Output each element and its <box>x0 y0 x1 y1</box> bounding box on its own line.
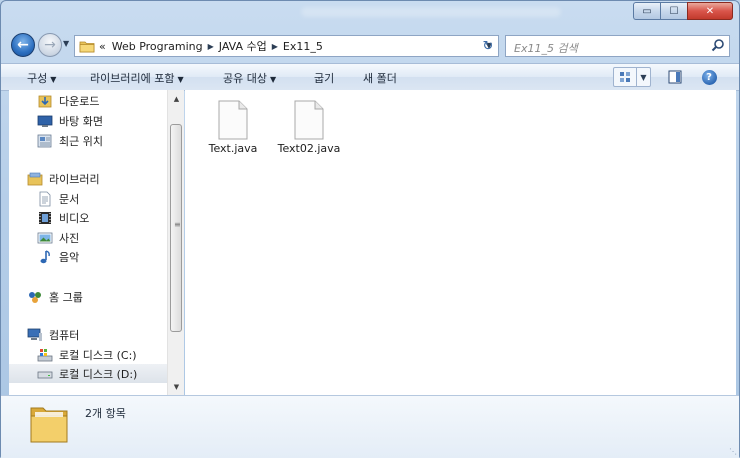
close-button[interactable]: ✕ <box>687 2 733 20</box>
change-view-button[interactable] <box>613 67 637 87</box>
dropdown-caret-icon: ▼ <box>177 75 184 84</box>
recent-places-icon <box>37 133 53 149</box>
back-button[interactable]: ← <box>11 33 35 57</box>
nav-item-homegroup[interactable]: 홈 그룹 <box>9 287 167 306</box>
breadcrumb-chevron-icon[interactable]: ▶ <box>272 42 278 51</box>
nav-item-pictures[interactable]: 사진 <box>9 228 167 247</box>
nav-item-drive-c[interactable]: 로컬 디스크 (C:) <box>9 345 167 364</box>
pictures-icon <box>37 230 53 246</box>
music-icon <box>37 249 53 265</box>
videos-icon <box>37 210 53 226</box>
java-file-icon <box>218 100 248 140</box>
address-bar[interactable]: « Web Programing ▶ JAVA 수업 ▶ Ex11_5 ▼ <box>74 35 499 57</box>
item-count: 2개 항목 <box>85 407 126 420</box>
breadcrumb-ex11-5[interactable]: Ex11_5 <box>283 40 323 53</box>
caption-buttons: ▭ ☐ ✕ <box>633 2 733 20</box>
explorer-window: ▭ ☐ ✕ ← → ▼ « Web Programing ▶ JAVA 수업 ▶… <box>0 0 740 458</box>
search-icon[interactable] <box>711 38 725 52</box>
scroll-up-arrow-icon[interactable]: ▲ <box>168 92 185 106</box>
refresh-button[interactable]: ↻ <box>478 35 498 57</box>
help-button[interactable]: ? <box>699 67 719 87</box>
nav-item-recent-places[interactable]: 최근 위치 <box>9 131 167 150</box>
nav-item-computer[interactable]: 컴퓨터 <box>9 325 167 344</box>
forward-arrow-icon: → <box>44 37 56 53</box>
refresh-icon: ↻ <box>482 38 494 54</box>
folder-icon <box>30 407 68 443</box>
desktop-icon <box>37 113 53 129</box>
blurred-title <box>301 7 561 17</box>
address-row: ← → ▼ « Web Programing ▶ JAVA 수업 ▶ Ex11_… <box>1 31 739 61</box>
chevron-down-icon: ▼ <box>640 72 647 82</box>
drive-icon <box>37 366 53 382</box>
minimize-button[interactable]: ▭ <box>633 2 660 20</box>
nav-item-desktop[interactable]: 바탕 화면 <box>9 111 167 130</box>
navigation-pane: 다운로드 바탕 화면 최근 위치 라이브러리 문서 비디오 사진 음악 홈 그룹… <box>9 90 167 395</box>
scroll-down-arrow-icon[interactable]: ▼ <box>168 380 185 394</box>
grip-icon: ≡ <box>174 220 181 229</box>
help-icon: ? <box>701 69 717 85</box>
nav-item-downloads[interactable]: 다운로드 <box>9 91 167 110</box>
view-options-dropdown[interactable]: ▼ <box>637 67 651 87</box>
nav-item-label: 다운로드 <box>59 94 100 108</box>
java-file-icon <box>294 100 324 140</box>
nav-item-label: 컴퓨터 <box>49 328 80 342</box>
system-drive-icon <box>37 347 53 363</box>
nav-item-label: 바탕 화면 <box>59 114 103 128</box>
nav-item-label: 로컬 디스크 (C:) <box>59 348 137 362</box>
file-name: Text02.java <box>277 142 341 155</box>
scrollbar-thumb[interactable]: ≡ <box>170 124 182 332</box>
preview-pane-icon <box>668 70 682 84</box>
dropdown-caret-icon: ▼ <box>269 75 277 84</box>
nav-item-drive-d[interactable]: 로컬 디스크 (D:) <box>9 364 167 383</box>
nav-item-label: 최근 위치 <box>59 134 103 148</box>
view-tiles-icon <box>620 72 630 82</box>
share-with-label: 공유 대상 <box>223 72 267 85</box>
breadcrumb-chevron-icon[interactable]: ▶ <box>208 42 214 51</box>
breadcrumb-java-class[interactable]: JAVA 수업 <box>219 38 267 54</box>
nav-item-label: 사진 <box>59 231 80 245</box>
library-icon <box>27 171 43 187</box>
downloads-icon <box>37 93 53 109</box>
navigation-pane-scrollbar[interactable]: ▲ ≡ ▼ <box>167 90 184 395</box>
recent-pages-chevron-icon[interactable]: ▼ <box>63 39 69 48</box>
resize-grip-icon[interactable]: ⋱ <box>729 447 737 456</box>
details-pane: 2개 항목 ⋱ <box>1 395 739 458</box>
file-list[interactable]: Text.java Text02.java <box>185 90 736 395</box>
share-with-menu[interactable]: 공유 대상 ▼ <box>223 70 276 86</box>
forward-button[interactable]: → <box>38 33 62 57</box>
breadcrumb-overflow[interactable]: « <box>99 40 106 53</box>
organize-label: 구성 <box>27 72 48 85</box>
new-folder-button[interactable]: 새 폴더 <box>363 70 397 86</box>
nav-item-documents[interactable]: 문서 <box>9 189 167 208</box>
command-bar: 구성 ▼ 라이브러리에 포함 ▼ 공유 대상 ▼ 굽기 새 폴더 ▼ ? <box>1 63 739 91</box>
include-library-label: 라이브러리에 포함 <box>90 72 175 85</box>
search-input[interactable]: Ex11_5 검색 <box>505 35 730 57</box>
title-bar[interactable]: ▭ ☐ ✕ <box>1 1 739 29</box>
nav-item-videos[interactable]: 비디오 <box>9 208 167 227</box>
nav-item-label: 음악 <box>59 250 80 264</box>
homegroup-icon <box>27 289 43 305</box>
documents-icon <box>37 191 53 207</box>
back-arrow-icon: ← <box>17 37 29 53</box>
nav-item-music[interactable]: 음악 <box>9 247 167 266</box>
burn-button[interactable]: 굽기 <box>314 70 334 86</box>
file-item[interactable]: Text.java <box>193 100 273 155</box>
include-in-library-menu[interactable]: 라이브러리에 포함 ▼ <box>90 70 184 86</box>
computer-icon <box>27 327 43 343</box>
folder-icon <box>79 41 95 53</box>
nav-item-label: 문서 <box>59 192 80 206</box>
nav-item-label: 홈 그룹 <box>49 290 83 304</box>
nav-item-libraries[interactable]: 라이브러리 <box>9 169 167 188</box>
file-item[interactable]: Text02.java <box>269 100 349 155</box>
breadcrumb-web-programing[interactable]: Web Programing <box>112 40 203 53</box>
file-name: Text.java <box>208 142 258 155</box>
dropdown-caret-icon: ▼ <box>50 75 57 84</box>
preview-pane-button[interactable] <box>665 67 685 87</box>
nav-item-label: 라이브러리 <box>49 172 100 186</box>
search-placeholder: Ex11_5 검색 <box>514 42 578 55</box>
maximize-button[interactable]: ☐ <box>660 2 687 20</box>
nav-item-label: 비디오 <box>59 211 90 225</box>
organize-menu[interactable]: 구성 ▼ <box>27 70 56 86</box>
nav-item-label: 로컬 디스크 (D:) <box>59 367 138 381</box>
